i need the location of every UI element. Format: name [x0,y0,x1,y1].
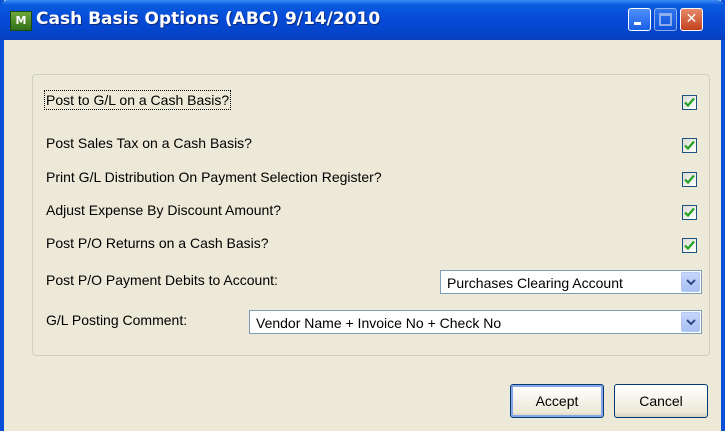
close-button[interactable]: ✕ [680,8,703,31]
chevron-down-icon [686,319,696,326]
option-label-adjust-expense-discount: Adjust Expense By Discount Amount? [46,202,282,218]
post-sales-tax-checkbox[interactable] [682,138,697,153]
window-title: Cash Basis Options (ABC) 9/14/2010 [36,9,381,29]
check-icon [684,240,695,251]
debits-account-value: Purchases Clearing Account [447,275,623,291]
check-icon [684,207,695,218]
app-icon: M [10,11,32,31]
posting-comment-value: Vendor Name + Invoice No + Check No [256,315,502,331]
debits-account-label: Post P/O Payment Debits to Account: [46,272,278,288]
check-icon [684,174,695,185]
posting-comment-dropdown-button[interactable] [681,312,700,332]
option-label-post-po-returns: Post P/O Returns on a Cash Basis? [46,235,269,251]
option-label-post-sales-tax: Post Sales Tax on a Cash Basis? [46,135,252,151]
posting-comment-select[interactable]: Vendor Name + Invoice No + Check No [249,310,702,334]
chevron-down-icon [686,279,696,286]
adjust-expense-discount-checkbox[interactable] [682,205,697,220]
title-bar[interactable]: M Cash Basis Options (ABC) 9/14/2010 ✕ [0,0,725,40]
cancel-button[interactable]: Cancel [614,384,708,418]
debits-account-select[interactable]: Purchases Clearing Account [440,270,702,294]
dialog-window: M Cash Basis Options (ABC) 9/14/2010 ✕ P… [0,0,725,431]
close-icon: ✕ [685,11,698,27]
print-gl-distribution-checkbox[interactable] [682,172,697,187]
minimize-icon [634,22,641,25]
check-icon [684,97,695,108]
posting-comment-label: G/L Posting Comment: [46,312,188,328]
post-po-returns-checkbox[interactable] [682,238,697,253]
maximize-icon [659,13,672,26]
post-gl-cash-basis-checkbox[interactable] [682,95,697,110]
check-icon [684,140,695,151]
accept-button[interactable]: Accept [510,384,604,418]
maximize-button[interactable] [654,8,677,31]
option-label-post-gl-cash-basis: Post to G/L on a Cash Basis? [43,90,232,110]
option-label-print-gl-distribution: Print G/L Distribution On Payment Select… [46,169,382,185]
minimize-button[interactable] [628,8,651,31]
debits-account-dropdown-button[interactable] [681,272,700,292]
